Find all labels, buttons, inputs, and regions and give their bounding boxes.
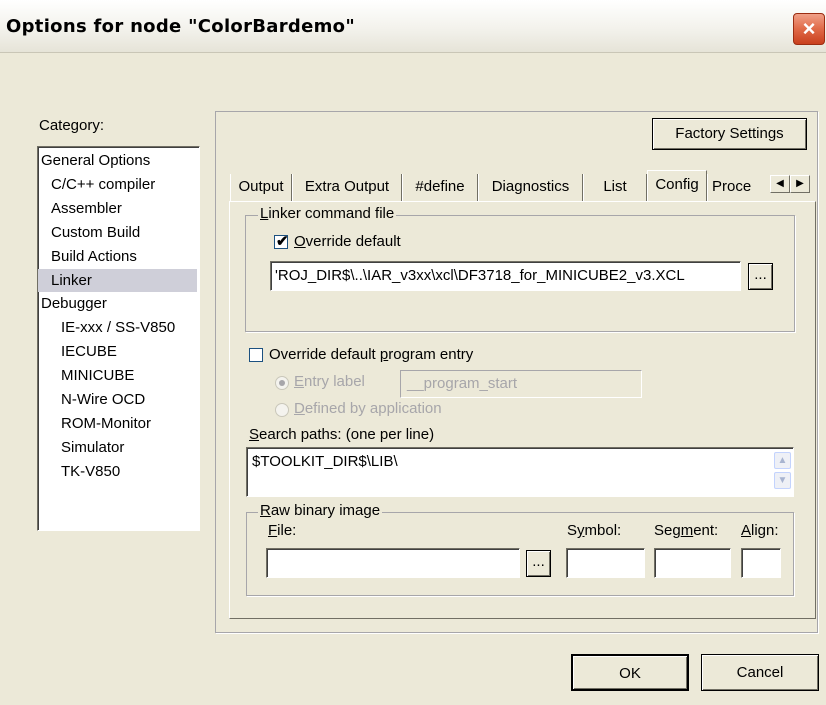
override-default-label: Override default	[294, 233, 401, 250]
tab-extra-output[interactable]: Extra Output	[292, 174, 402, 201]
scroll-up-icon[interactable]: ▲	[774, 452, 791, 469]
defined-by-application-radio[interactable]	[275, 403, 289, 417]
category-item[interactable]: Build Actions	[38, 245, 197, 268]
align-label: Align:	[741, 522, 779, 539]
symbol-input[interactable]	[566, 548, 645, 578]
entry-label-input[interactable]: __program_start	[400, 370, 642, 398]
override-program-entry-checkbox[interactable]	[249, 348, 263, 362]
override-program-entry-label: Override default program entry	[269, 346, 474, 363]
align-input[interactable]	[741, 548, 781, 578]
category-item[interactable]: Simulator	[38, 436, 197, 459]
tab-config[interactable]: Config	[647, 170, 707, 201]
category-item[interactable]: IECUBE	[38, 340, 197, 363]
override-default-checkbox[interactable]: ✔	[274, 233, 289, 250]
file-label: File:	[268, 522, 297, 539]
segment-input[interactable]	[654, 548, 731, 578]
tab-scroll-left-icon[interactable]: ◀	[770, 175, 790, 193]
search-paths-input[interactable]: $TOOLKIT_DIR$\LIB\ ▲ ▼	[246, 447, 794, 497]
raw-file-browse-button[interactable]: ...	[526, 550, 551, 577]
linker-file-path-input[interactable]: 'ROJ_DIR$\..\IAR_v3xx\xcl\DF3718_for_MIN…	[270, 261, 741, 291]
raw-binary-group-label: Raw binary image	[258, 502, 383, 519]
category-item[interactable]: N-Wire OCD	[38, 388, 197, 411]
tab-output[interactable]: Output	[230, 174, 292, 201]
category-item[interactable]: Linker	[38, 268, 197, 292]
entry-label-radio[interactable]	[275, 376, 289, 390]
cancel-button[interactable]: Cancel	[701, 654, 819, 691]
ok-button[interactable]: OK	[571, 654, 689, 691]
tab-proce[interactable]: Proce	[707, 174, 769, 201]
defined-by-application-label: Defined by application	[294, 400, 442, 417]
factory-settings-button[interactable]: Factory Settings	[652, 118, 807, 150]
scroll-down-icon[interactable]: ▼	[774, 472, 791, 489]
category-item[interactable]: C/C++ compiler	[38, 173, 197, 196]
close-icon: ×	[802, 16, 816, 41]
category-item[interactable]: Custom Build	[38, 221, 197, 244]
tab-scroll: ◀ ▶	[770, 175, 810, 193]
search-paths-value: $TOOLKIT_DIR$\LIB\	[252, 453, 398, 470]
entry-label-radio-label: Entry label	[294, 373, 365, 390]
segment-label: Segment:	[654, 522, 719, 539]
category-item[interactable]: General Options	[38, 149, 197, 172]
category-item[interactable]: Assembler	[38, 197, 197, 220]
raw-file-input[interactable]	[266, 548, 520, 578]
category-item[interactable]: TK-V850	[38, 460, 197, 483]
category-item[interactable]: MINICUBE	[38, 364, 197, 387]
checkmark-icon: ✔	[276, 233, 289, 250]
linker-command-group-label: Linker command file	[258, 205, 397, 222]
category-item[interactable]: ROM-Monitor	[38, 412, 197, 435]
tab-list[interactable]: List	[583, 174, 647, 201]
search-paths-label: Search paths: (one per line)	[249, 426, 435, 443]
tab-scroll-right-icon[interactable]: ▶	[790, 175, 810, 193]
linker-file-browse-button[interactable]: ...	[748, 263, 773, 290]
category-item[interactable]: Debugger	[38, 292, 197, 315]
category-list[interactable]: General Options C/C++ compiler Assembler Cu…	[37, 146, 200, 531]
window-title: Options for node "ColorBardemo"	[6, 16, 356, 37]
category-item[interactable]: IE-xxx / SS-V850	[38, 316, 197, 339]
tab-diagnostics[interactable]: Diagnostics	[478, 174, 583, 201]
close-button[interactable]: ×	[793, 13, 825, 45]
tab-define[interactable]: #define	[402, 174, 478, 201]
tab-strip: Output Extra Output #define Diagnostics List…	[230, 170, 816, 202]
symbol-label: Symbol:	[567, 522, 622, 539]
category-label: Category:	[39, 117, 105, 134]
